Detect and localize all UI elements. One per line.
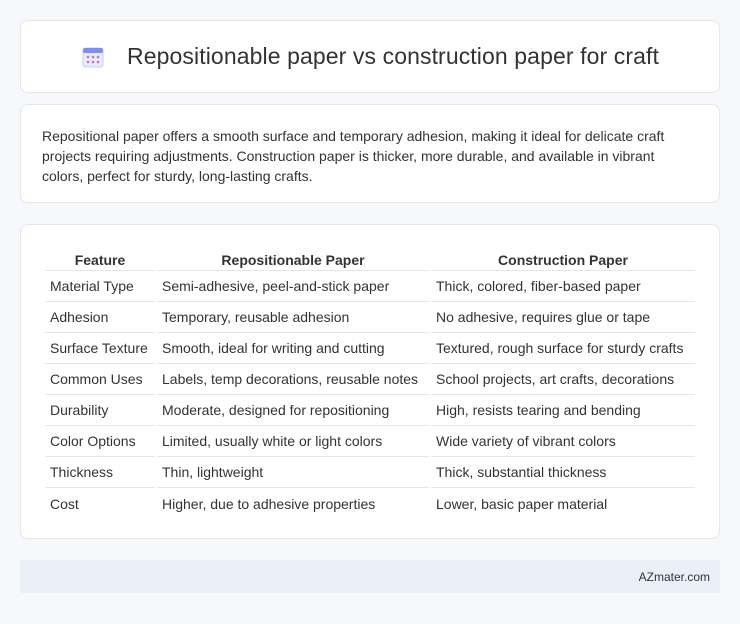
column-header-construction: Construction Paper [431, 245, 695, 271]
table-row: Cost Higher, due to adhesive properties … [45, 488, 695, 519]
title-card: Repositionable paper vs construction pap… [20, 20, 720, 93]
feature-cell: Common Uses [45, 364, 155, 395]
construction-cell: High, resists tearing and bending [431, 395, 695, 426]
summary-text: Repositional paper offers a smooth surfa… [42, 128, 665, 184]
repositionable-cell: Thin, lightweight [157, 457, 429, 488]
page-title: Repositionable paper vs construction pap… [127, 43, 659, 69]
construction-cell: School projects, art crafts, decorations [431, 364, 695, 395]
footer-brand: AZmater.com [638, 569, 710, 584]
repositionable-cell: Labels, temp decorations, reusable notes [157, 364, 429, 395]
feature-cell: Thickness [45, 457, 155, 488]
table-row: Thickness Thin, lightweight Thick, subst… [45, 457, 695, 488]
summary-card: Repositional paper offers a smooth surfa… [20, 104, 720, 203]
construction-cell: No adhesive, requires glue or tape [431, 302, 695, 333]
table-row: Material Type Semi-adhesive, peel-and-st… [45, 271, 695, 302]
feature-cell: Cost [50, 495, 79, 512]
table-header-row: Feature Repositionable Paper Constructio… [45, 245, 695, 271]
feature-cell: Surface Texture [45, 333, 155, 364]
column-header-repositionable: Repositionable Paper [157, 245, 429, 271]
column-header-feature: Feature [45, 245, 155, 271]
repositionable-cell: Moderate, designed for repositioning [157, 395, 429, 426]
comparison-table: Feature Repositionable Paper Constructio… [43, 245, 697, 519]
table-row: Durability Moderate, designed for reposi… [45, 395, 695, 426]
repositionable-cell: Semi-adhesive, peel-and-stick paper [157, 271, 429, 302]
calendar-icon [82, 47, 104, 67]
feature-cell: Color Options [45, 426, 155, 457]
repositionable-cell: Smooth, ideal for writing and cutting [157, 333, 429, 364]
feature-cell: Durability [45, 395, 155, 426]
table-row: Adhesion Temporary, reusable adhesion No… [45, 302, 695, 333]
construction-cell: Textured, rough surface for sturdy craft… [431, 333, 695, 364]
comparison-table-card: Feature Repositionable Paper Constructio… [20, 224, 720, 539]
construction-cell: Wide variety of vibrant colors [431, 426, 695, 457]
footer: AZmater.com [20, 560, 720, 593]
construction-cell: Lower, basic paper material [436, 495, 608, 512]
construction-cell: Thick, substantial thickness [431, 457, 695, 488]
feature-cell: Adhesion [45, 302, 155, 333]
table-row: Surface Texture Smooth, ideal for writin… [45, 333, 695, 364]
repositionable-cell: Temporary, reusable adhesion [157, 302, 429, 333]
construction-cell: Thick, colored, fiber-based paper [431, 271, 695, 302]
repositionable-cell: Higher, due to adhesive properties [162, 495, 376, 512]
feature-cell: Material Type [45, 271, 155, 302]
table-row: Color Options Limited, usually white or … [45, 426, 695, 457]
table-row: Common Uses Labels, temp decorations, re… [45, 364, 695, 395]
repositionable-cell: Limited, usually white or light colors [157, 426, 429, 457]
